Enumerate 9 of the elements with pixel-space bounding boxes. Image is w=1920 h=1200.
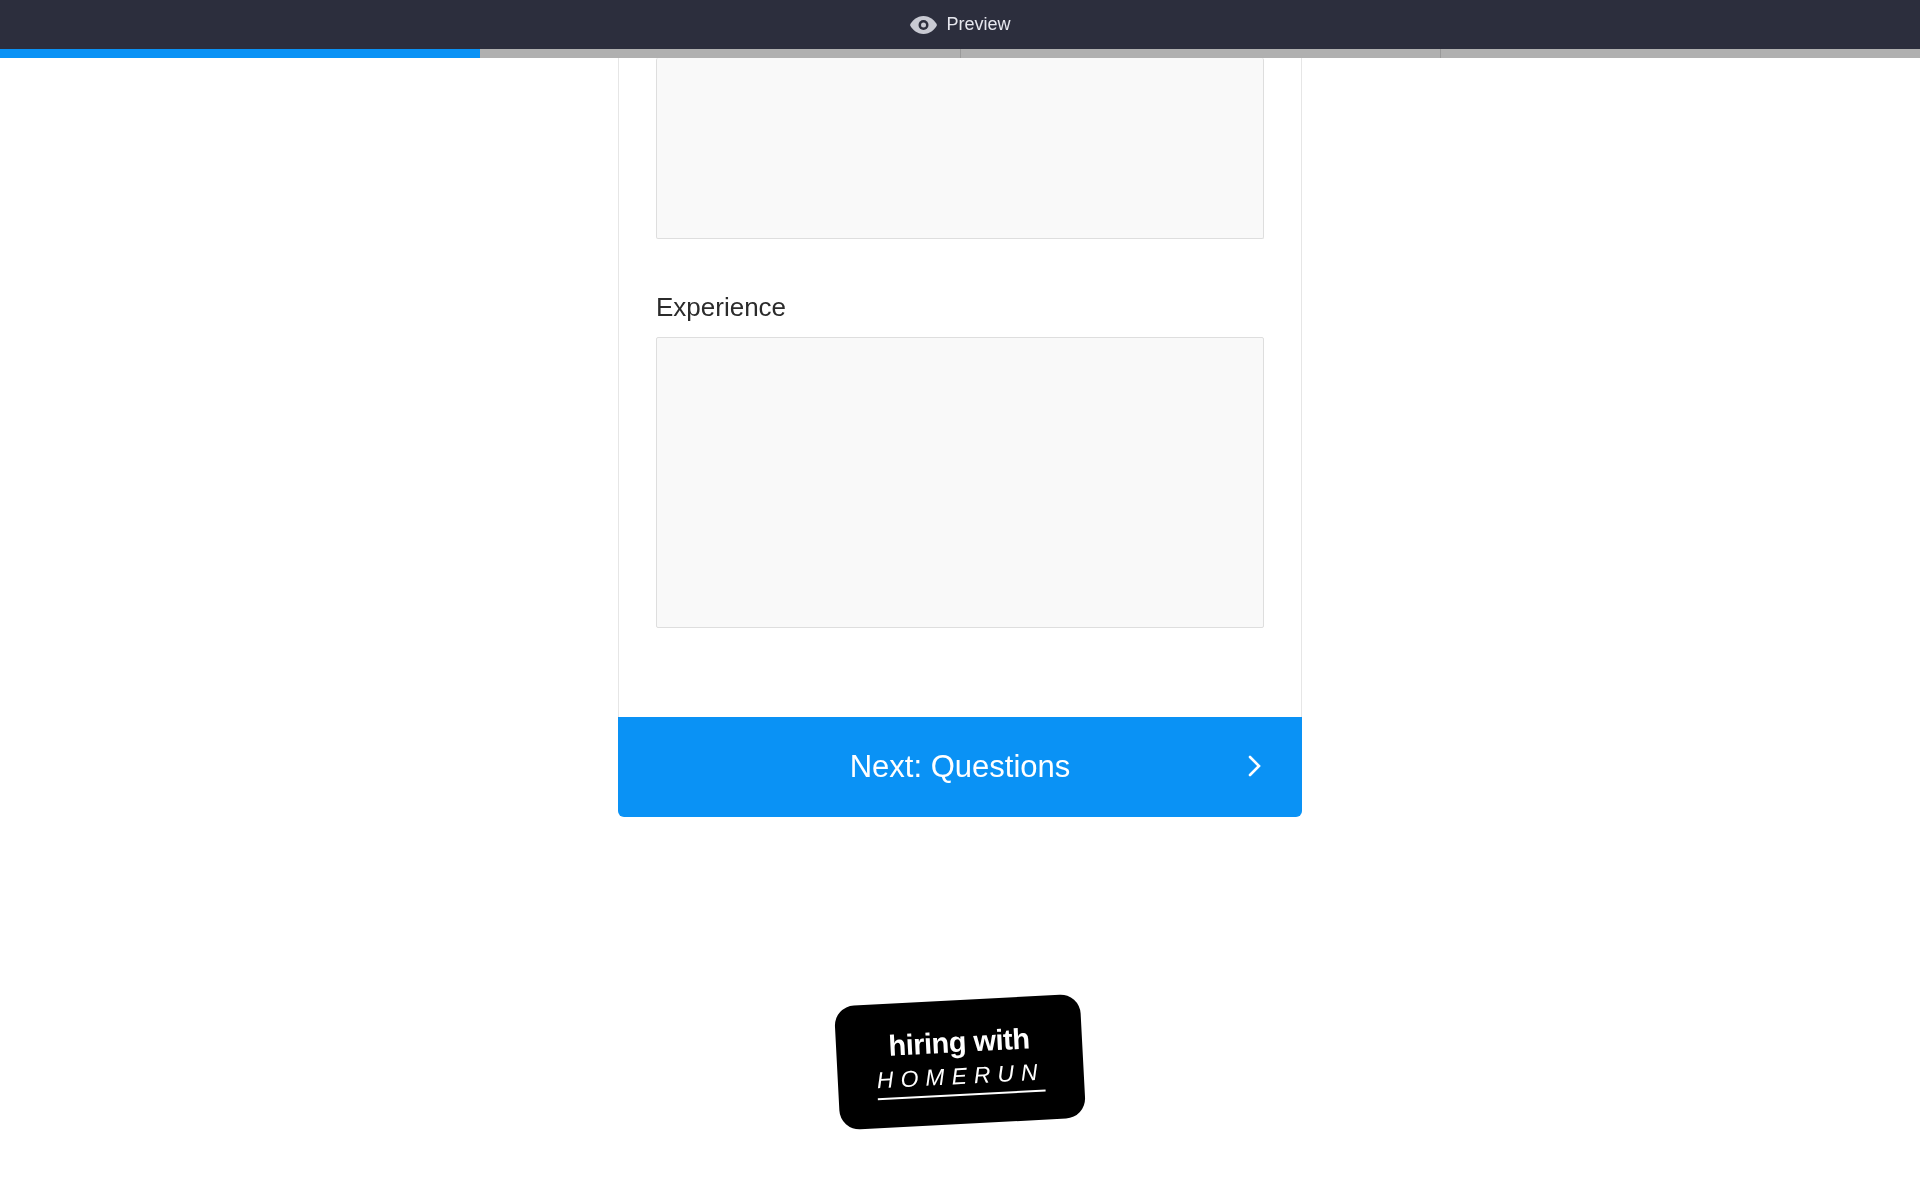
text-area[interactable] bbox=[656, 337, 1264, 628]
preview-title: Preview bbox=[946, 13, 1011, 36]
eye-icon bbox=[909, 14, 939, 35]
hiring-badge[interactable]: hiring with HOMERUN bbox=[833, 993, 1087, 1131]
field-label: Experience bbox=[656, 291, 788, 323]
badge-brand: HOMERUN bbox=[876, 1060, 1046, 1101]
text-area[interactable] bbox=[656, 58, 1264, 239]
badge-text: hiring with bbox=[887, 1024, 1031, 1061]
chevron-right-icon bbox=[1248, 755, 1262, 777]
